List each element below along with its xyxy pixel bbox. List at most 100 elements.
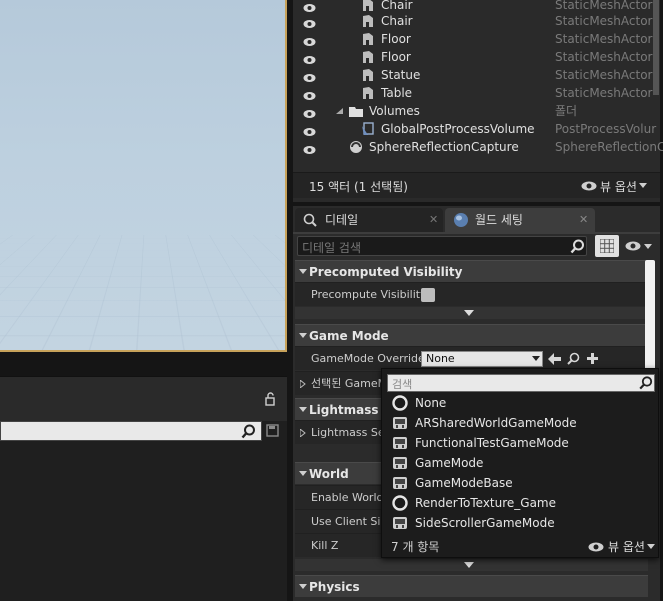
visibility-eye-icon[interactable] xyxy=(303,16,316,28)
outliner-row[interactable]: Statue StaticMeshActor xyxy=(293,66,660,84)
outliner-view-options[interactable]: 뷰 옵션 xyxy=(600,178,637,195)
gamemode-option-label: None xyxy=(415,396,447,410)
tab-details[interactable]: 디테일 ✕ xyxy=(295,208,443,232)
tab-underline xyxy=(293,232,660,234)
arrow-left-icon[interactable] xyxy=(548,353,561,365)
viewport-grid xyxy=(0,234,285,350)
browse-icon[interactable] xyxy=(567,352,580,365)
outliner-scrollbar[interactable] xyxy=(653,0,659,95)
globe-icon xyxy=(454,213,468,227)
visibility-eye-icon[interactable] xyxy=(303,142,316,154)
outliner-row[interactable]: Floor StaticMeshActor xyxy=(293,48,660,66)
outliner-footer: 15 액터 (1 선택됨) 뷰 옵션 xyxy=(293,172,660,198)
collapse-arrow-icon xyxy=(299,471,307,476)
close-icon[interactable]: ✕ xyxy=(579,208,588,232)
gamemode-option[interactable]: GameMode xyxy=(390,453,652,473)
gamemode-option[interactable]: GameModeBase xyxy=(390,473,652,493)
gamemode-option[interactable]: ARSharedWorldGameMode xyxy=(390,413,652,433)
gamemode-option[interactable]: SideScrollerGameMode xyxy=(390,513,652,533)
world-outliner: Chair StaticMeshActor Chair StaticMeshActor… xyxy=(293,0,663,202)
section-game-mode[interactable]: Game Mode xyxy=(295,324,648,346)
gamemode-option-label: FunctionalTestGameMode xyxy=(415,436,569,450)
section-title: Precomputed Visibility xyxy=(309,265,463,279)
visibility-eye-icon[interactable] xyxy=(303,106,316,118)
details-search-input[interactable]: 디테일 검색 xyxy=(297,236,587,256)
left-panel-tabbar xyxy=(0,377,287,421)
visibility-eye-icon[interactable] xyxy=(303,52,316,64)
details-scrollbar[interactable] xyxy=(645,260,655,372)
popup-count: 7 개 항목 xyxy=(391,540,440,554)
popup-view-options[interactable]: 뷰 옵션 xyxy=(608,538,645,555)
chevron-down-icon xyxy=(464,562,474,568)
eye-icon[interactable] xyxy=(625,241,641,251)
lock-icon[interactable] xyxy=(264,392,278,406)
collapse-arrow-icon xyxy=(299,333,307,338)
tab-details-label: 디테일 xyxy=(325,213,359,227)
expand-arrow-icon[interactable] xyxy=(300,429,306,437)
outliner-row[interactable]: GlobalPostProcessVolume PostProcessVolur xyxy=(293,120,660,138)
property-label: Use Client Sid xyxy=(311,515,388,528)
gamemode-option-label: GameModeBase xyxy=(415,476,513,490)
outliner-item-name: SphereReflectionCapture xyxy=(369,140,519,154)
outliner-item-name: Chair xyxy=(381,14,413,28)
property-label: 선택된 GameM xyxy=(311,377,388,390)
outliner-row[interactable]: Volumes 폴더 xyxy=(293,102,660,120)
expand-arrow-icon[interactable] xyxy=(300,380,306,388)
chevron-down-icon xyxy=(532,356,540,361)
outliner-item-name: Statue xyxy=(381,68,421,82)
outliner-row[interactable]: Chair StaticMeshActor xyxy=(293,12,660,30)
outliner-item-type: StaticMeshActor xyxy=(555,50,653,64)
gamemode-option-label: GameMode xyxy=(415,456,484,470)
search-icon xyxy=(241,424,255,439)
gamemode-option[interactable]: RenderToTexture_Game xyxy=(390,493,652,513)
visibility-eye-icon[interactable] xyxy=(303,124,316,136)
section-precomputed-visibility[interactable]: Precomputed Visibility xyxy=(295,260,648,282)
close-icon[interactable]: ✕ xyxy=(429,208,438,232)
visibility-eye-icon[interactable] xyxy=(303,0,316,12)
visibility-eye-icon[interactable] xyxy=(303,70,316,82)
tab-world-settings-label: 월드 세팅 xyxy=(475,213,523,227)
chevron-down-icon[interactable] xyxy=(644,244,652,250)
left-search-input[interactable] xyxy=(0,421,262,441)
section-title: World xyxy=(309,467,349,481)
chevron-down-icon xyxy=(647,544,655,549)
property-label: Precompute Visibility xyxy=(311,288,427,301)
outliner-item-name: Table xyxy=(381,86,413,100)
circle-icon xyxy=(392,495,408,511)
gamemode-dropdown-popup: 검색 None ARSharedWorldGameMode FunctionalTe… xyxy=(381,368,659,558)
static-mesh-icon xyxy=(363,87,373,99)
details-search-placeholder: 디테일 검색 xyxy=(302,241,362,255)
precompute-checkbox[interactable] xyxy=(421,288,435,302)
outliner-row[interactable]: SphereReflectionCapture SphereReflectionC xyxy=(293,138,663,156)
property-label: Lightmass Se xyxy=(311,426,385,439)
advanced-expander[interactable] xyxy=(295,307,648,319)
property-matrix-button[interactable] xyxy=(595,235,619,257)
chevron-down-icon xyxy=(639,183,647,188)
section-title: Lightmass xyxy=(309,403,379,417)
gamemode-option[interactable]: None xyxy=(390,393,652,413)
class-icon xyxy=(392,455,408,471)
gamemode-option[interactable]: FunctionalTestGameMode xyxy=(390,433,652,453)
grid-icon xyxy=(600,239,614,253)
magnifier-icon xyxy=(303,213,317,227)
section-title: Game Mode xyxy=(309,329,389,343)
outliner-item-name: GlobalPostProcessVolume xyxy=(381,122,535,136)
gamemode-combo[interactable]: None xyxy=(421,351,543,367)
property-label: Kill Z xyxy=(311,539,339,552)
popup-search-placeholder: 검색 xyxy=(392,378,413,391)
outliner-row[interactable]: Floor StaticMeshActor xyxy=(293,30,660,48)
gamemode-combo-value: None xyxy=(426,352,455,365)
save-icon[interactable] xyxy=(266,424,279,437)
plus-icon[interactable] xyxy=(586,352,599,365)
advanced-expander[interactable] xyxy=(295,559,648,571)
tab-world-settings[interactable]: 월드 세팅 ✕ xyxy=(445,208,595,232)
outliner-row[interactable]: Table StaticMeshActor xyxy=(293,84,660,102)
circle-icon xyxy=(392,395,408,411)
level-viewport[interactable] xyxy=(0,0,287,352)
outliner-item-name: Floor xyxy=(381,32,411,46)
visibility-eye-icon[interactable] xyxy=(303,88,316,100)
section-physics[interactable]: Physics xyxy=(295,575,648,597)
popup-search-input[interactable]: 검색 xyxy=(387,374,655,392)
folder-icon xyxy=(349,107,363,117)
visibility-eye-icon[interactable] xyxy=(303,34,316,46)
